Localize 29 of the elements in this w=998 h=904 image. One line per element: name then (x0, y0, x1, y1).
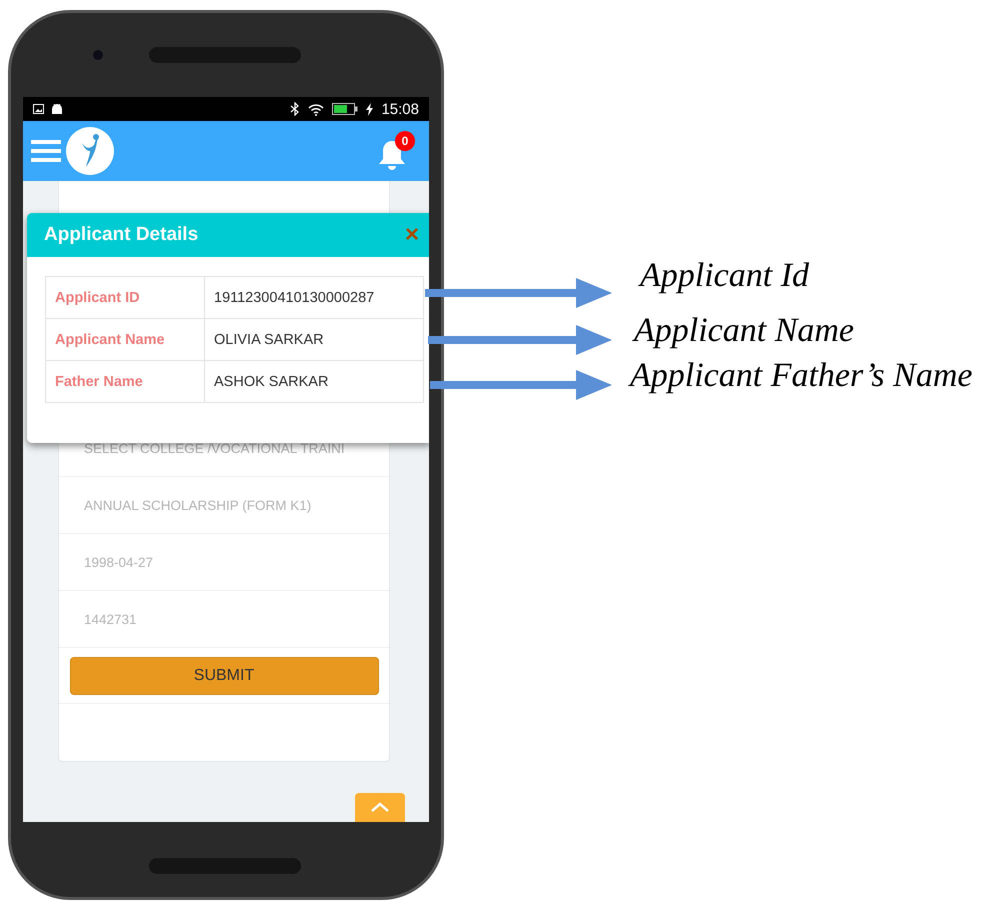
scroll-top-button[interactable] (355, 793, 405, 822)
submit-button[interactable]: SUBMIT (70, 656, 378, 694)
field-value: OLIVIA SARKAR (204, 318, 424, 360)
android-icon (52, 104, 62, 114)
field-label: Father Name (46, 360, 204, 402)
form-field[interactable]: ANNUAL SCHOLARSHIP (FORM K1) (84, 498, 312, 512)
annotation-label: Applicant Id (640, 257, 810, 295)
charging-icon (366, 102, 374, 116)
image-icon (33, 104, 44, 114)
wifi-icon (308, 102, 324, 116)
phone-camera (93, 50, 103, 60)
form-field[interactable]: 1442731 (84, 612, 137, 626)
bluetooth-icon (290, 102, 300, 116)
field-value: 19112300410130000287 (204, 276, 424, 318)
annotation-label: Applicant Father’s Name (630, 357, 972, 395)
notification-badge: 0 (395, 131, 415, 151)
chevron-up-icon (370, 802, 390, 813)
field-label: Applicant ID (46, 276, 204, 318)
menu-icon[interactable] (31, 140, 61, 162)
form-field[interactable]: 1998-04-27 (84, 554, 154, 570)
field-label: Applicant Name (46, 318, 204, 360)
form-field[interactable]: SELECT COLLEGE /VOCATIONAL TRAINI (84, 440, 345, 456)
close-button[interactable]: × (404, 221, 419, 249)
field-value: ASHOK SARKAR (204, 360, 424, 402)
battery-icon (332, 103, 358, 115)
annotation-label: Applicant Name (634, 312, 854, 350)
dialog-title: Applicant Details (44, 224, 200, 246)
clock-time: 15:08 (381, 100, 419, 118)
logo-icon (66, 127, 114, 175)
